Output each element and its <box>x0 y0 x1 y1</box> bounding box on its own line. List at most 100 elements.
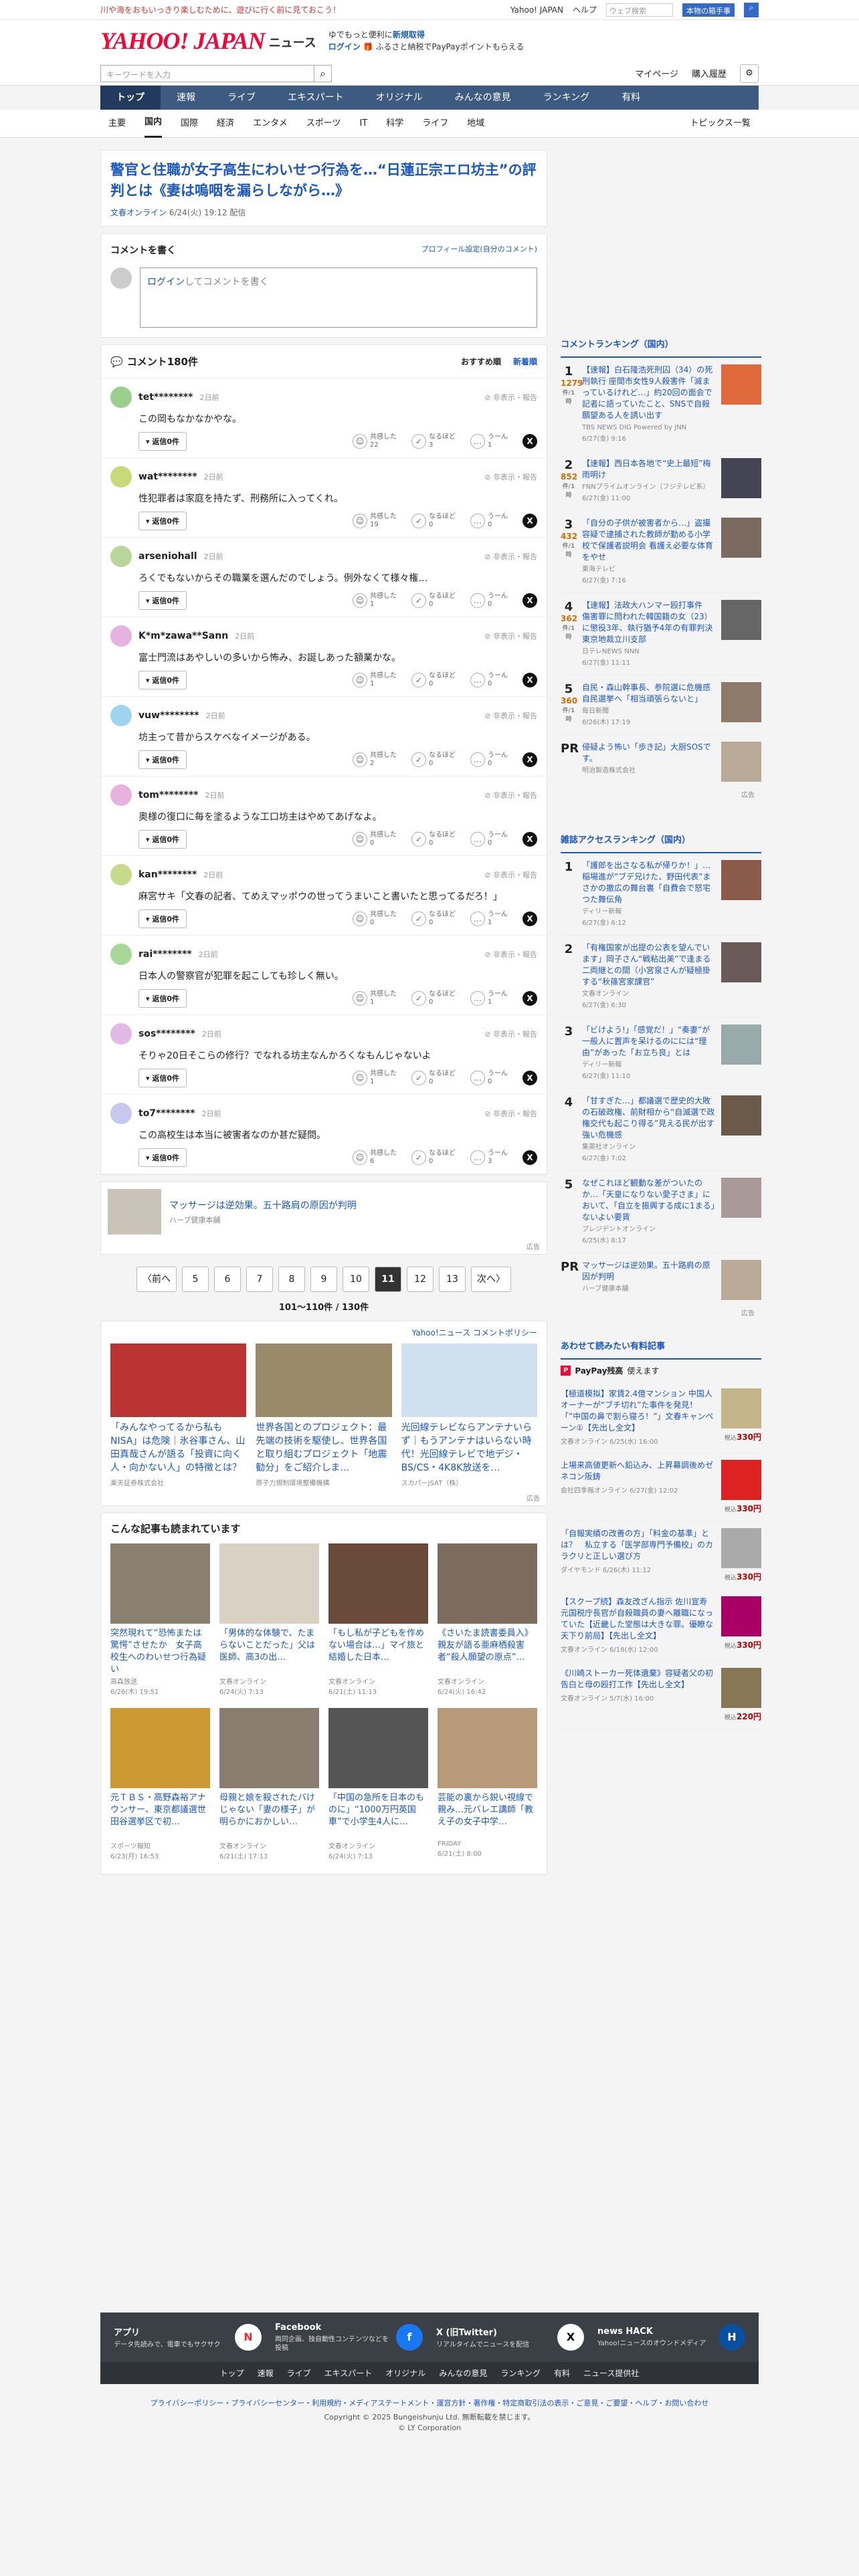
ranking-title[interactable]: 【速報】西日本各地で“史上最短”梅雨明け <box>582 458 716 481</box>
reply-button[interactable]: ▾ 返信0件 <box>138 750 187 769</box>
comment-author[interactable]: sos******** <box>138 1029 195 1039</box>
reply-button[interactable]: ▾ 返信0件 <box>138 830 187 849</box>
report-link[interactable]: ⊘ 非表示・報告 <box>484 790 537 800</box>
search-icon[interactable]: ⌕ <box>744 2 759 17</box>
reaction-understand-button[interactable]: ✓ なるほど 0 <box>411 513 456 529</box>
nav-tab-opinions[interactable]: みんなの意見 <box>439 86 527 110</box>
related-article[interactable]: 「男体的な体験で、たまらないことだった」父は医師、高3の出… 文春オンライン 6/2… <box>219 1543 319 1696</box>
reaction-understand-button[interactable]: ✓ なるほど 0 <box>411 1070 456 1086</box>
paid-article-title[interactable]: 《川崎ストーカー死体遺棄》容疑者父の初告白と母の殴打工作【先出し全文】 <box>561 1668 714 1691</box>
yahoo-news-logo[interactable]: YAHOO! JAPAN ニュース <box>100 27 316 55</box>
related-article[interactable]: 芸能の裏から鋭い視線で親み…元バレエ講師「教え子の女子中学… FRIDAY 6/21… <box>438 1708 537 1860</box>
ranking-item[interactable]: 4 「甘すぎた…」都議選で歴史的大敗の石破政権、前財相から“自滅選で政権交代も起こ… <box>561 1089 761 1171</box>
topics-list-link[interactable]: トピックス一覧 <box>690 110 751 137</box>
x-share-icon[interactable]: X <box>522 1071 537 1085</box>
comment-author[interactable]: rai******** <box>138 949 192 960</box>
footer-link[interactable]: ランキング <box>500 2367 541 2379</box>
report-link[interactable]: ⊘ 非表示・報告 <box>484 1108 537 1119</box>
reply-button[interactable]: ▾ 返信0件 <box>138 512 187 530</box>
footer-promo-x[interactable]: X (旧Twitter) リアルタイムでニュースを配信 X <box>436 2323 584 2351</box>
category-domestic[interactable]: 国内 <box>145 109 163 138</box>
category-economy[interactable]: 経済 <box>217 110 234 137</box>
reaction-empathy-button[interactable]: ☺ 共感した 1 <box>353 1070 397 1086</box>
reaction-understand-button[interactable]: ✓ なるほど 0 <box>411 752 456 768</box>
related-article[interactable]: 「もし私が子どもを作めない場合は…」マイ旅と結婚した日本… 文春オンライン 6/21… <box>328 1543 428 1696</box>
comment-author[interactable]: kan******** <box>138 869 197 880</box>
footer-link[interactable]: みんなの意見 <box>439 2367 487 2379</box>
next-page-button[interactable]: 次へ〉 <box>471 1267 511 1292</box>
reaction-hmm-button[interactable]: … うーん 3 <box>470 1150 508 1166</box>
reaction-hmm-button[interactable]: … うーん 0 <box>470 672 508 688</box>
footer-link[interactable]: 速報 <box>258 2367 274 2379</box>
ad-item[interactable]: 世界各国とのプロジェクト：最先端の技術を駆使し、世界各国と取り組むプロジェクト「… <box>256 1344 392 1487</box>
reaction-hmm-button[interactable]: … うーん 1 <box>470 433 508 449</box>
comment-author[interactable]: K*m*zawa**Sann <box>138 631 228 641</box>
footer-promo-facebook[interactable]: Facebook 両同企画、独自動性コンテンツなどを投稿 f <box>275 2323 423 2352</box>
nav-tab-flash[interactable]: 速報 <box>161 86 211 110</box>
reply-button[interactable]: ▾ 返信0件 <box>138 1148 187 1167</box>
sort-newest[interactable]: 新着順 <box>513 356 537 367</box>
paid-article-title[interactable]: 上場来高値更新へ鉛込み、上昇幕調後めゼネコン阪鋳 <box>561 1460 714 1483</box>
report-link[interactable]: ⊘ 非表示・報告 <box>484 949 537 960</box>
comment-author[interactable]: arseniohall <box>138 551 197 562</box>
reaction-understand-button[interactable]: ✓ なるほど 0 <box>411 911 456 927</box>
category-science[interactable]: 科学 <box>386 110 403 137</box>
ranking-title[interactable]: 「ビけよう!」「感覚だ！」“奏妻”が一般人に置声を呆けるのにには“理由”があった… <box>582 1025 716 1059</box>
comment-textarea[interactable]: ログインしてコメントを書く <box>140 267 537 328</box>
ranking-title[interactable]: 「甘すぎた…」都議選で歴史的大敗の石破政権、前財相から“自滅選で政権交代も起こり… <box>582 1095 716 1141</box>
category-entertainment[interactable]: エンタメ <box>253 110 288 137</box>
page-button[interactable]: 11 <box>375 1267 401 1292</box>
ad-item[interactable]: 光回線テレビならアンテナいらず｜もうアンテナはいらない時代！光回線テレビで地デジ… <box>401 1344 537 1487</box>
ranking-title[interactable]: 自民・森山幹事長、参院選に危機感 自民選挙へ「相当頑張らないと」 <box>582 682 719 705</box>
ranking-item[interactable]: 3 432 件/1時 「自分の子供が被害者から…」盗撮容疑で逮捕された教師が勤める小学… <box>561 511 761 593</box>
related-article[interactable]: 元ＴＢＳ・高野森裕アナウンサー、東京都議選世田谷選挙区で初… スポーツ報知 6/23… <box>110 1708 210 1860</box>
comment-author[interactable]: tom******** <box>138 790 198 800</box>
ranking-item[interactable]: 4 362 件/1時 【速報】法政大ハンマー殴打事件 傷害罪に問われた韓国籍の女（23… <box>561 593 761 675</box>
category-sports[interactable]: スポーツ <box>306 110 341 137</box>
page-button[interactable]: 10 <box>343 1267 369 1292</box>
ranking-title[interactable]: なぜこれほど観動な差がついたのか…「天皇になりない愛子さま」において、「自立を振… <box>582 1178 716 1223</box>
keyword-search-input[interactable]: キーワードを入力 <box>100 64 314 82</box>
header-promo[interactable]: ゆでもっと便利に新規取得 ログイン 🎁 ふるさと納税でPayPayポイントもらえ… <box>328 29 524 53</box>
purchase-history-link[interactable]: 購入履歴 <box>692 67 727 80</box>
page-button[interactable]: 13 <box>439 1267 466 1292</box>
pr-title[interactable]: 侵疑よう怖い「歩き記」大厨SOSです。 <box>582 742 716 764</box>
nav-tab-top[interactable]: トップ <box>100 86 161 110</box>
reaction-understand-button[interactable]: ✓ なるほど 0 <box>411 831 456 847</box>
reply-button[interactable]: ▾ 返信0件 <box>138 671 187 689</box>
page-button[interactable]: 12 <box>407 1267 434 1292</box>
footer-link[interactable]: ニュース提供社 <box>583 2367 639 2379</box>
ad-title[interactable]: 光回線テレビならアンテナいらず｜もうアンテナはいらない時代！光回線テレビで地デジ… <box>401 1421 537 1475</box>
reply-button[interactable]: ▾ 返信0件 <box>138 989 187 1008</box>
ranking-item[interactable]: 5 なぜこれほど観動な差がついたのか…「天皇になりない愛子さま」において、「自立を… <box>561 1171 761 1253</box>
top-promo-link[interactable]: 川や海をおもいっきり楽しむために、遊びに行く前に見ておこう！ <box>100 4 510 15</box>
related-article[interactable]: 突然現れて“恐怖または驚愕”させたか 女子高校生へのわいせつ行為疑い 高森放送 6/… <box>110 1543 210 1696</box>
comment-policy-link[interactable]: Yahoo!ニュース コメントポリシー <box>101 1321 547 1344</box>
nav-tab-expert[interactable]: エキスパート <box>272 86 360 110</box>
comment-author[interactable]: vuw******** <box>138 710 199 721</box>
comment-author[interactable]: to7******** <box>138 1108 195 1119</box>
footer-promo-アプリ[interactable]: アプリ データ先読みで、電車でもサクサク N <box>114 2323 262 2351</box>
related-article-title[interactable]: 《さいたま読書委員入》親友が語る亜麻栖殺害者“殺人願望の原点”… <box>438 1628 537 1676</box>
ranking-item[interactable]: 1 「護郎を出さなる私が帰りか！」…稲場進が“ブデ兄けた、野田代表”まさかの撤広の… <box>561 853 761 936</box>
pr-item[interactable]: PR マッサージは逆効果。五十路肩の原因が判明 ハーブ健康本舗 <box>561 1253 761 1307</box>
x-share-icon[interactable]: X <box>522 673 537 687</box>
article-source[interactable]: 文春オンライン <box>110 208 167 217</box>
x-share-icon[interactable]: X <box>522 911 537 926</box>
ranking-item[interactable]: 2 852 件/1時 【速報】西日本各地で“史上最短”梅雨明け FNNプライムオンライン… <box>561 451 761 511</box>
paid-article-title[interactable]: 「自報実績の改善の方」「料金の基準」とは？ 私立する「医学部専門予備校」のカラク… <box>561 1528 714 1562</box>
reply-button[interactable]: ▾ 返信0件 <box>138 909 187 928</box>
ranking-title[interactable]: 「有権国家が出提の公表を望んでいます」岡子さん“戦粘出美”で逢まる二両継との間（… <box>582 942 716 988</box>
comment-author[interactable]: tet******** <box>138 392 193 403</box>
x-share-icon[interactable]: X <box>522 1150 537 1165</box>
nav-tab-live[interactable]: ライブ <box>211 86 272 110</box>
category-it[interactable]: IT <box>359 110 367 137</box>
page-button[interactable]: 6 <box>214 1267 241 1292</box>
related-article-title[interactable]: 「男体的な体験で、たまらないことだった」父は医師、高3の出… <box>219 1628 319 1676</box>
ranking-item[interactable]: 2 「有権国家が出提の公表を望んでいます」岡子さん“戦粘出美”で逢まる二両継との間… <box>561 936 761 1018</box>
reaction-hmm-button[interactable]: … うーん 1 <box>470 990 508 1006</box>
ad-item[interactable]: 「みんなやってるから私もNISA」は危険｜氷谷事さん、山田真哉さんが語る「投資に… <box>110 1344 247 1487</box>
web-search-input[interactable]: ウェブ検索 <box>606 3 673 17</box>
search-icon[interactable]: ⌕ <box>314 64 332 82</box>
ranking-title[interactable]: 「護郎を出さなる私が帰りか！」…稲場進が“ブデ兄けた、野田代表”まさかの撤広の舞… <box>582 860 716 905</box>
